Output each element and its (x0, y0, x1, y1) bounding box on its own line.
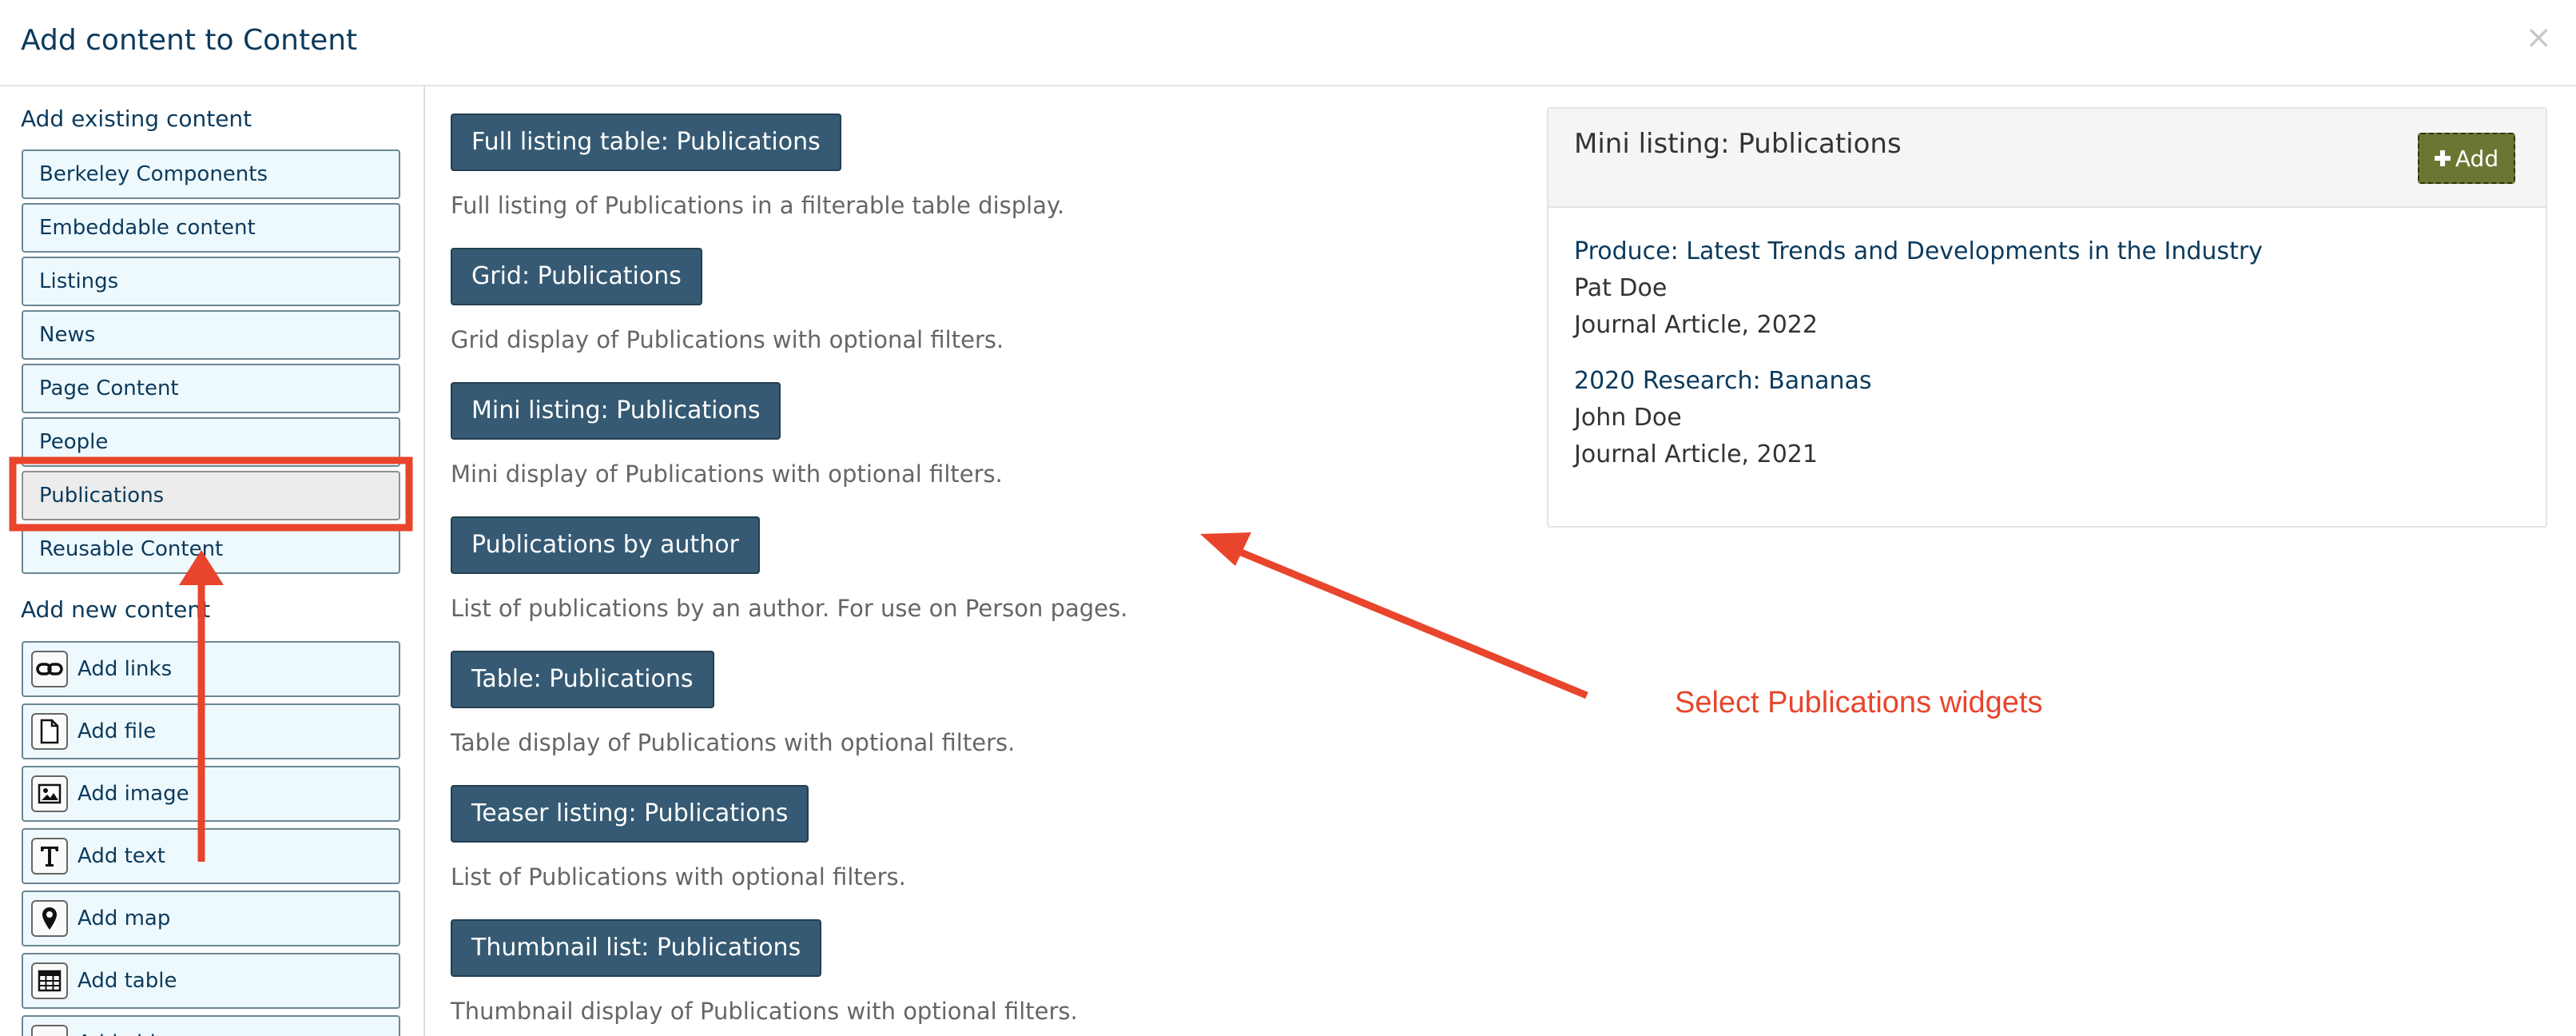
publication-author: John Doe (1574, 404, 1682, 432)
sidebar-item-embeddable-content[interactable]: Embeddable content (22, 203, 400, 253)
publication-meta: Journal Article, 2021 (1574, 440, 1818, 468)
preview-add-button[interactable]: Add (2418, 133, 2515, 184)
add-file-button[interactable]: Add file (22, 703, 400, 759)
sidebar: Add existing content Berkeley Components… (0, 86, 425, 1036)
publication-title-link[interactable]: 2020 Research: Bananas (1574, 363, 1872, 400)
text-icon (31, 838, 68, 875)
dialog-title: Add content to Content (21, 24, 358, 57)
publications-by-author-description: List of publications by an author. For u… (451, 595, 1128, 622)
sidebar-item-label: Listings (39, 269, 119, 293)
add-text-label: Add text (78, 844, 165, 868)
full-listing-table-description: Full listing of Publications in a filter… (451, 192, 1065, 219)
grid-button[interactable]: Grid: Publications (451, 248, 702, 305)
teaser-listing-description: List of Publications with optional filte… (451, 863, 906, 891)
mini-listing-button[interactable]: Mini listing: Publications (451, 382, 781, 440)
annotation-text: Select Publications widgets (1675, 686, 2043, 719)
video-icon (31, 1025, 68, 1036)
teaser-listing-button[interactable]: Teaser listing: Publications (451, 785, 809, 843)
publication-item: Produce: Latest Trends and Developments … (1574, 233, 2263, 344)
table-icon (31, 962, 68, 999)
image-icon (31, 775, 68, 812)
publication-meta: Journal Article, 2022 (1574, 311, 1818, 339)
full-listing-table-button[interactable]: Full listing table: Publications (451, 114, 841, 171)
publication-title-link[interactable]: Produce: Latest Trends and Developments … (1574, 233, 2263, 270)
mini-listing-description: Mini display of Publications with option… (451, 460, 1003, 488)
add-video-button[interactable]: Add video (22, 1015, 400, 1036)
publications-by-author-button[interactable]: Publications by author (451, 516, 760, 574)
sidebar-item-label: Publications (39, 484, 165, 508)
sidebar-item-page-content[interactable]: Page Content (22, 364, 400, 413)
sidebar-item-listings[interactable]: Listings (22, 257, 400, 306)
add-map-button[interactable]: Add map (22, 891, 400, 946)
publication-author: Pat Doe (1574, 274, 1668, 302)
add-table-label: Add table (78, 969, 177, 993)
thumbnail-list-button[interactable]: Thumbnail list: Publications (451, 919, 822, 977)
add-map-label: Add map (78, 906, 171, 930)
table-button[interactable]: Table: Publications (451, 651, 714, 708)
map-marker-icon (31, 900, 68, 937)
add-image-label: Add image (78, 782, 189, 806)
sidebar-item-label: People (39, 430, 109, 454)
sidebar-item-label: Embeddable content (39, 216, 256, 240)
publication-item: 2020 Research: Bananas John Doe Journal … (1574, 363, 1872, 473)
dialog-header: Add content to Content × (0, 0, 2576, 86)
sidebar-item-news[interactable]: News (22, 310, 400, 360)
existing-content-heading: Add existing content (21, 106, 252, 132)
link-icon (31, 651, 68, 687)
sidebar-item-label: News (39, 323, 96, 347)
add-file-label: Add file (78, 719, 157, 743)
preview-add-label: Add (2455, 145, 2499, 172)
sidebar-item-berkeley-components[interactable]: Berkeley Components (22, 149, 400, 199)
add-image-button[interactable]: Add image (22, 766, 400, 822)
sidebar-item-label: Reusable Content (39, 537, 224, 561)
annotation-arrowhead-diagonal (1200, 532, 1251, 566)
preview-title: Mini listing: Publications (1574, 128, 1902, 160)
add-links-button[interactable]: Add links (22, 641, 400, 697)
sidebar-item-publications[interactable]: Publications (22, 471, 400, 520)
sidebar-item-reusable-content[interactable]: Reusable Content (22, 524, 400, 574)
preview-header: Mini listing: Publications Add (1548, 109, 2546, 208)
sidebar-item-label: Berkeley Components (39, 162, 268, 186)
close-icon[interactable]: × (2525, 19, 2552, 56)
thumbnail-list-description: Thumbnail display of Publications with o… (451, 998, 1078, 1025)
add-table-button[interactable]: Add table (22, 953, 400, 1009)
add-video-label: Add video (78, 1017, 181, 1036)
plus-icon (2434, 150, 2451, 166)
sidebar-item-label: Page Content (39, 377, 179, 400)
table-description: Table display of Publications with optio… (451, 729, 1016, 756)
add-text-button[interactable]: Add text (22, 828, 400, 884)
grid-description: Grid display of Publications with option… (451, 326, 1004, 353)
preview-panel: Mini listing: Publications Add Produce: … (1547, 107, 2547, 528)
annotation-arrow-diagonal (1234, 546, 1588, 699)
file-icon (31, 713, 68, 750)
add-links-label: Add links (78, 657, 173, 681)
sidebar-item-people[interactable]: People (22, 417, 400, 467)
new-content-heading: Add new content (21, 596, 211, 623)
